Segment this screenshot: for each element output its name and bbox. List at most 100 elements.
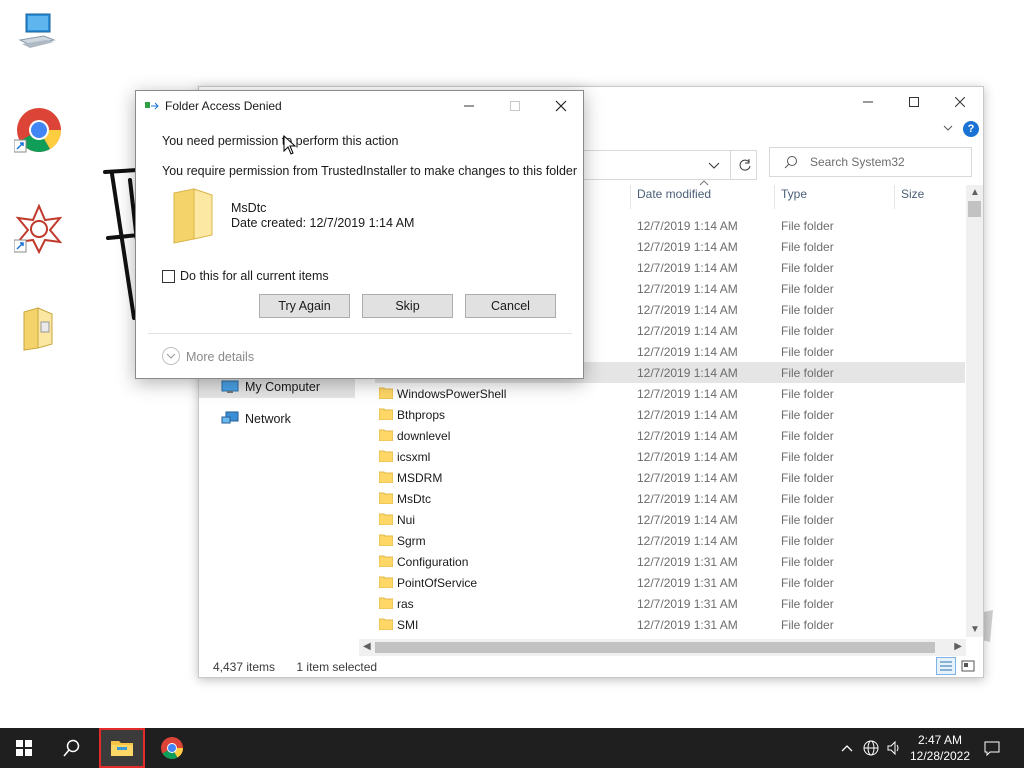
notifications-button[interactable] [980, 728, 1004, 768]
row-type: File folder [781, 219, 834, 233]
row-name: icsxml [397, 450, 431, 464]
row-type: File folder [781, 345, 834, 359]
ribbon-expand-icon[interactable] [941, 121, 955, 135]
table-row[interactable]: MsDtc 12/7/2019 1:14 AM File folder [375, 488, 965, 509]
monitor-icon [18, 13, 56, 48]
show-hidden-icons-button[interactable] [838, 728, 856, 768]
dialog-detail: You require permission from TrustedInsta… [162, 164, 578, 178]
nav-item-network[interactable]: Network [199, 408, 355, 430]
search-box[interactable]: Search System32 [769, 147, 972, 177]
folder-date-created: Date created: 12/7/2019 1:14 AM [231, 216, 415, 230]
nav-item-label: Network [245, 412, 291, 426]
status-bar: 4,437 items 1 item selected [213, 660, 395, 674]
row-name: Nui [397, 513, 416, 527]
network-tray-button[interactable] [860, 728, 882, 768]
skip-button[interactable]: Skip [362, 294, 453, 318]
column-header-size[interactable]: Size [901, 187, 924, 207]
volume-tray-button[interactable] [884, 728, 904, 768]
table-row[interactable]: PointOfService 12/7/2019 1:31 AM File fold… [375, 572, 965, 593]
details-view-button[interactable] [936, 657, 956, 675]
this-pc-desktop-icon[interactable] [14, 10, 64, 62]
start-button[interactable] [0, 728, 48, 768]
row-name: MSDRM [397, 471, 443, 485]
table-row[interactable]: MSDRM 12/7/2019 1:14 AM File folder [375, 467, 965, 488]
network-icon [221, 411, 239, 424]
column-separator[interactable] [630, 185, 631, 209]
file-explorer-icon [111, 741, 133, 756]
more-details-toggle[interactable] [162, 347, 180, 365]
chrome-icon [13, 108, 61, 153]
dialog-minimize-button[interactable] [446, 91, 492, 121]
scroll-up-icon[interactable]: ▲ [970, 187, 980, 198]
search-icon [784, 156, 797, 169]
address-dropdown-icon[interactable] [704, 155, 724, 175]
folder-icon [379, 618, 393, 630]
clock[interactable]: 2:47 AM 12/28/2022 [906, 732, 974, 764]
windows-logo-icon [16, 740, 32, 756]
scroll-thumb[interactable] [375, 642, 935, 653]
dialog-close-button[interactable] [538, 91, 584, 121]
cancel-button[interactable]: Cancel [465, 294, 556, 318]
nav-item-my-computer[interactable]: My Computer [199, 376, 355, 398]
apply-to-all-label[interactable]: Do this for all current items [180, 269, 329, 283]
chevron-down-icon [166, 353, 176, 359]
table-row[interactable]: WindowsPowerShell 12/7/2019 1:14 AM File f… [375, 383, 965, 404]
folder-icon [379, 597, 393, 609]
taskbar-file-explorer[interactable] [100, 728, 144, 768]
row-date-modified: 12/7/2019 1:31 AM [637, 618, 738, 632]
row-date-modified: 12/7/2019 1:31 AM [637, 597, 738, 611]
table-row[interactable]: SMI 12/7/2019 1:31 AM File folder [375, 614, 965, 635]
minimize-icon [863, 101, 873, 103]
more-details-link[interactable]: More details [186, 350, 254, 364]
scroll-thumb[interactable] [968, 201, 981, 217]
table-row[interactable]: Nui 12/7/2019 1:14 AM File folder [375, 509, 965, 530]
column-separator[interactable] [894, 185, 895, 209]
table-row[interactable]: downlevel 12/7/2019 1:14 AM File folder [375, 425, 965, 446]
row-type: File folder [781, 387, 834, 401]
row-type: File folder [781, 240, 834, 254]
scroll-right-icon[interactable]: ▶ [954, 641, 962, 652]
help-icon[interactable]: ? [963, 121, 979, 137]
column-header-type[interactable]: Type [781, 187, 807, 207]
horizontal-scrollbar[interactable]: ◀ ▶ [359, 639, 966, 656]
taskbar-chrome[interactable] [150, 728, 194, 768]
refresh-icon [739, 159, 750, 171]
try-again-button[interactable]: Try Again [259, 294, 350, 318]
chrome-desktop-icon[interactable] [13, 106, 64, 158]
row-date-modified: 12/7/2019 1:14 AM [637, 492, 738, 506]
folder-desktop-icon[interactable] [14, 304, 64, 356]
large-icons-view-button[interactable] [958, 657, 978, 675]
scroll-down-icon[interactable]: ▼ [970, 624, 980, 635]
chevron-up-icon [841, 745, 853, 752]
scroll-left-icon[interactable]: ◀ [363, 641, 371, 652]
row-type: File folder [781, 282, 834, 296]
folder-icon [379, 555, 393, 567]
search-icon [63, 739, 80, 757]
column-separator[interactable] [774, 185, 775, 209]
table-row[interactable]: icsxml 12/7/2019 1:14 AM File folder [375, 446, 965, 467]
close-icon [955, 97, 965, 107]
vertical-scrollbar[interactable]: ▲ ▼ [966, 185, 983, 637]
refresh-button[interactable] [730, 150, 758, 180]
close-button[interactable] [937, 87, 983, 117]
maximize-button[interactable] [891, 87, 937, 117]
row-type: File folder [781, 261, 834, 275]
selection-count: 1 item selected [296, 660, 378, 674]
table-row[interactable]: Configuration 12/7/2019 1:31 AM File folde… [375, 551, 965, 572]
column-header-date-modified[interactable]: Date modified [637, 187, 711, 207]
search-button[interactable] [50, 728, 94, 768]
app-shortcut-desktop-icon[interactable] [13, 203, 64, 256]
table-row[interactable]: ras 12/7/2019 1:31 AM File folder [375, 593, 965, 614]
row-date-modified: 12/7/2019 1:14 AM [637, 387, 738, 401]
table-row[interactable]: Sgrm 12/7/2019 1:14 AM File folder [375, 530, 965, 551]
mouse-cursor-icon [283, 135, 297, 155]
minimize-button[interactable] [845, 87, 891, 117]
row-type: File folder [781, 366, 834, 380]
folder-icon [379, 534, 393, 546]
table-row[interactable]: Bthprops 12/7/2019 1:14 AM File folder [375, 404, 965, 425]
apply-to-all-checkbox[interactable] [162, 270, 175, 283]
row-name: downlevel [397, 429, 451, 443]
row-type: File folder [781, 408, 834, 422]
maximize-icon [510, 101, 520, 111]
computer-icon [221, 380, 239, 393]
